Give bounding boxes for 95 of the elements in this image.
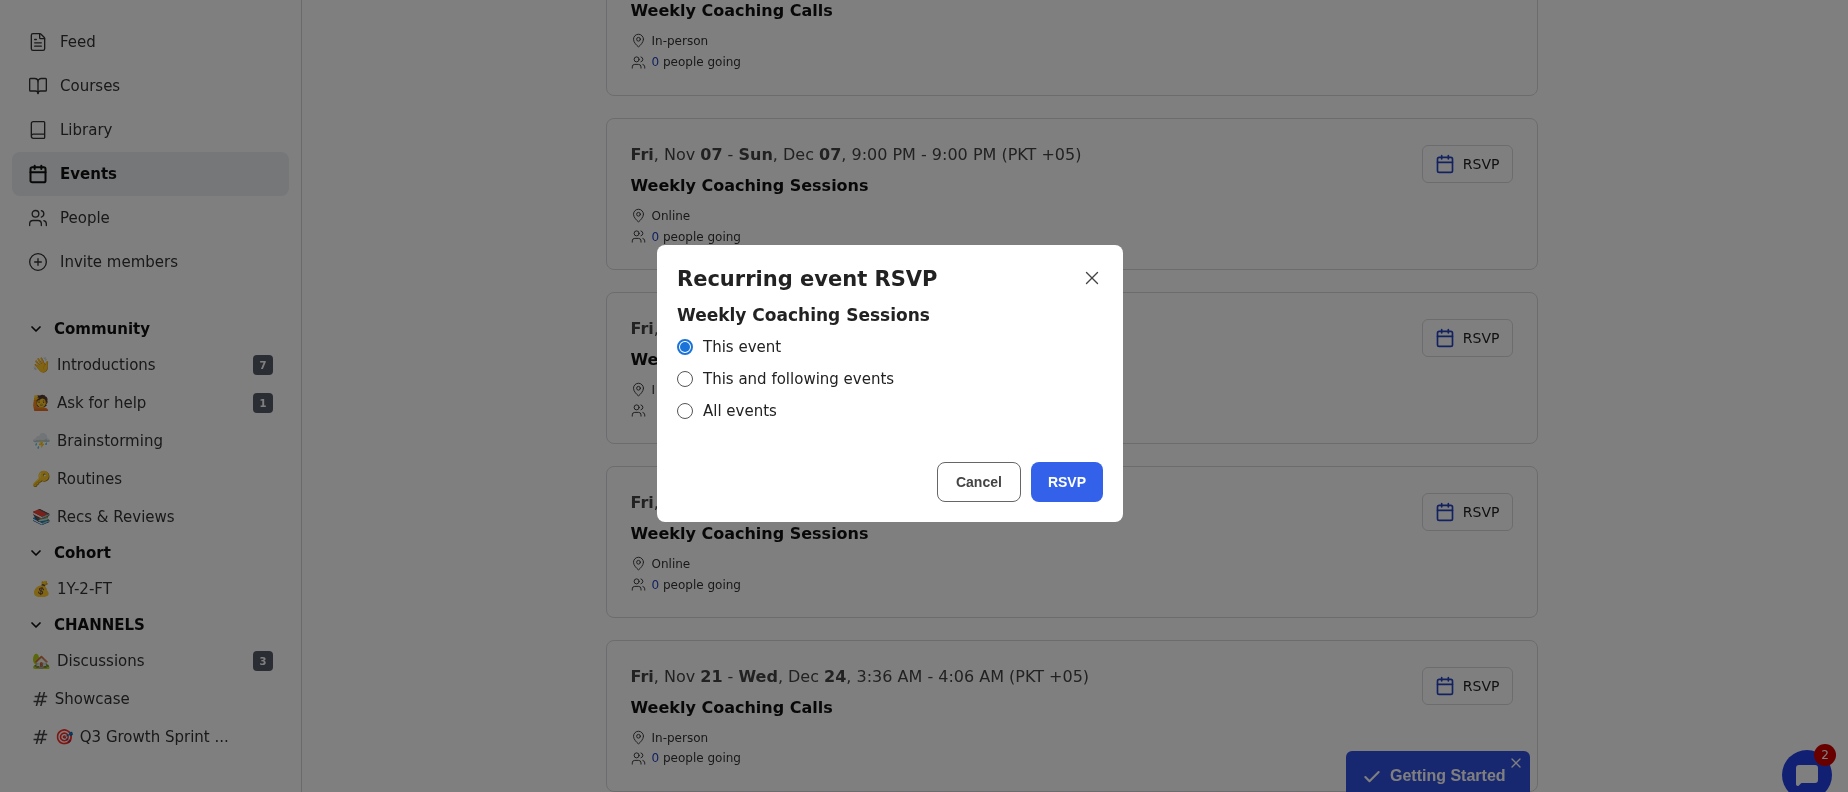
emoji-icon: 💰 [32,580,51,598]
emoji-icon: 🔑 [32,470,51,488]
document-icon [28,32,48,52]
dialog-title: Recurring event RSVP [677,267,938,291]
channel-item[interactable]: # 🎯 Q3 Growth Sprint ... [12,718,289,756]
emoji-icon: 👋 [32,356,51,374]
channel-label: Routines [57,470,124,488]
attendee-count[interactable]: 0 people going [651,751,741,766]
section-header[interactable]: Cohort [12,536,289,570]
channel-item[interactable]: 🏡 Discussions 3 [12,642,289,680]
plus-circle-icon [28,252,48,272]
people-icon [630,229,646,245]
calendar-icon [1434,154,1455,175]
attendee-count[interactable]: 0 people going [651,577,741,592]
sidebar-item[interactable]: Courses [12,64,289,108]
attendee-count[interactable]: 0 people going [651,55,741,70]
channel-label: Recs & Reviews [57,508,176,526]
getting-started-widget[interactable]: Getting Started [1346,751,1530,792]
event-date: Fri, Nov 07 - Sun, Dec 07, 9:00 PM - 9:00 PM (PKT +05) [630,145,1082,165]
event-title: Weekly Coaching Calls [630,698,834,718]
hash-icon: # [32,687,49,711]
channel-item[interactable]: ⛈ Brainstorming [12,422,289,460]
attendee-count[interactable]: 0 people going [651,229,741,244]
rsvp-button[interactable]: RSVP [1421,667,1513,706]
people-icon [630,750,646,766]
event-location: In-person [651,730,709,745]
people-icon [630,577,646,593]
channel-item[interactable]: 🙋 Ask for help 1 [12,384,289,422]
section-header[interactable]: CHANNELS [12,608,289,642]
channel-label: Ask for help [57,394,148,412]
cancel-button[interactable]: Cancel [936,462,1021,502]
event-date: Fri, [630,493,660,513]
people-icon [28,208,48,228]
rsvp-button[interactable]: RSVP [1421,493,1513,532]
sidebar-item[interactable]: Invite members [12,240,289,284]
channel-label: Q3 Growth Sprint ... [79,728,230,746]
count-badge: 3 [253,651,273,671]
count-badge: 7 [253,355,273,375]
hash-icon: # [32,725,49,749]
event-name: Weekly Coaching Sessions [677,305,931,325]
count-badge: 1 [253,393,273,413]
open-book-icon [28,76,48,96]
channel-item[interactable]: 👋 Introductions 7 [12,346,289,384]
channel-item[interactable]: 🔑 Routines [12,460,289,498]
sidebar-item[interactable]: Feed [12,20,289,64]
event-location: Online [651,208,691,223]
event-location: Online [651,556,691,571]
channel-label: Brainstorming [57,432,164,450]
chat-button[interactable] [1782,750,1832,792]
emoji-icon: 🙋 [32,394,51,412]
people-icon [630,54,646,70]
section-header[interactable]: Community [12,312,289,346]
location-pin-icon [630,382,646,398]
rsvp-button[interactable]: RSVP [1421,319,1513,358]
channel-label: Introductions [57,356,157,374]
event-location: I [651,382,656,397]
channel-item[interactable]: # Showcase [12,680,289,718]
radio-option[interactable]: This event [677,331,1103,363]
radio-option[interactable]: All events [677,395,1103,427]
location-pin-icon [630,556,646,572]
event-title: Weekly Coaching Sessions [630,524,869,544]
emoji-icon: 📚 [32,508,51,526]
event-date: Fri, Nov 21 - Wed, Dec 24, 3:36 AM - 4:06 AM (PKT +05) [630,667,1090,687]
emoji-icon: 🎯 [54,728,74,746]
channel-label: 1Y-2-FT [57,580,113,598]
calendar-icon [28,164,48,184]
emoji-icon: 🏡 [32,652,51,670]
emoji-icon: ⛈ [32,432,51,450]
sidebar-item[interactable]: Library [12,108,289,152]
chat-icon [1795,763,1819,787]
sidebar-item[interactable]: People [12,196,289,240]
channel-item[interactable]: 💰 1Y-2-FT [12,570,289,608]
location-pin-icon [630,208,646,224]
notification-badge: 2 [1814,744,1836,766]
rsvp-button[interactable]: RSVP [1030,462,1103,502]
calendar-icon [1434,676,1455,697]
location-pin-icon [630,730,646,745]
radio-button[interactable] [677,339,693,355]
channel-item[interactable]: 📚 Recs & Reviews [12,498,289,536]
location-pin-icon [630,33,646,49]
event-date: Fri, [630,319,659,339]
event-title: Weekly Coaching Sessions [630,176,870,196]
sidebar-item[interactable]: Events [12,152,289,196]
channel-label: Showcase [54,690,131,708]
channel-label: Discussions [57,652,146,670]
widget-label: Getting Started [1390,767,1506,785]
calendar-icon [1434,328,1455,349]
event-title: We [630,350,659,370]
people-icon [630,403,646,419]
radio-option[interactable]: This and following events [677,363,1103,395]
book-icon [28,120,48,140]
event-title: Weekly Coaching Calls [630,1,833,20]
event-location: In-person [651,33,709,48]
calendar-icon [1434,502,1455,523]
rsvp-button[interactable]: RSVP [1421,145,1513,184]
